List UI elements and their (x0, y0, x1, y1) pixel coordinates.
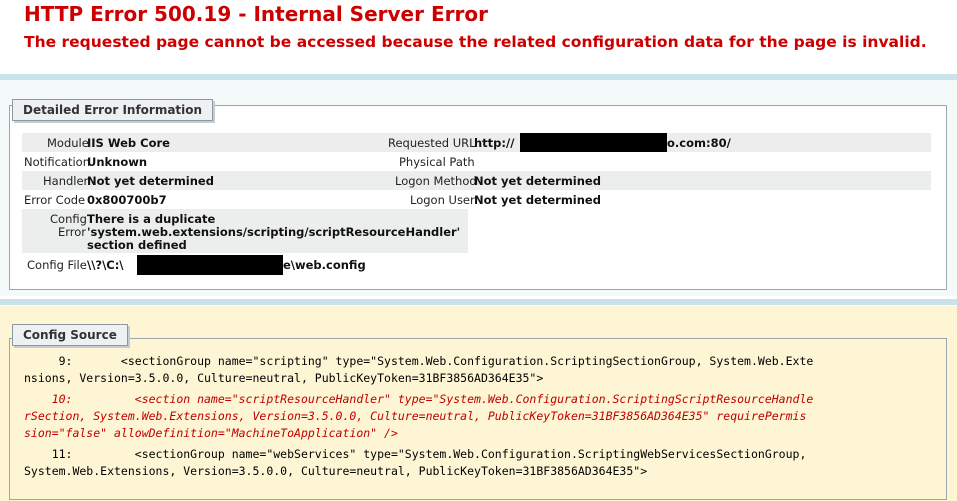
config-source-section: Config Source 9: <sectionGroup name="scr… (0, 306, 957, 501)
page-title: HTTP Error 500.19 - Internal Server Erro… (24, 2, 488, 26)
logon-user-label: Logon User (410, 193, 475, 207)
code-line-error: 10: <section name="scriptResourceHandler… (24, 392, 814, 406)
divider-2 (0, 299, 957, 305)
code-line: 11: <sectionGroup name="webServices" typ… (24, 447, 807, 461)
code-line: 9: <sectionGroup name="scripting" type="… (24, 354, 814, 368)
code-line-error: rSection, System.Web.Extensions, Version… (24, 409, 807, 423)
notification-label: Notification (24, 155, 90, 169)
logon-user-value: Not yet determined (474, 193, 601, 207)
module-value: IIS Web Core (87, 136, 170, 150)
physical-path-label: Physical Path (399, 155, 475, 169)
code-line: System.Web.Extensions, Version=3.5.0.0, … (24, 464, 648, 478)
detailed-error-section: Detailed Error Information Module IIS We… (0, 80, 957, 296)
error-code-value: 0x800700b7 (87, 193, 167, 207)
config-error-value-2: 'system.web.extensions/scripting/scriptR… (87, 225, 461, 239)
code-line-error: sion="false" allowDefinition="MachineToA… (24, 426, 398, 440)
logon-method-value: Not yet determined (474, 174, 601, 188)
config-file-suffix: e\web.config (283, 258, 366, 272)
detailed-error-legend: Detailed Error Information (12, 99, 214, 121)
config-source-legend: Config Source (12, 324, 128, 346)
module-label: Module (47, 136, 89, 150)
config-error-value-1: There is a duplicate (87, 212, 216, 226)
notification-value: Unknown (87, 155, 148, 169)
redacted-path (137, 255, 283, 275)
logon-method-label: Logon Method (395, 174, 477, 188)
requested-url-prefix: http:// (474, 136, 515, 150)
config-file-label: Config File (27, 258, 87, 272)
config-file-prefix: \\?\C:\ (87, 258, 124, 272)
error-code-label: Error Code (24, 193, 86, 207)
handler-label: Handler (43, 174, 89, 188)
redacted-url (520, 133, 667, 152)
error-header: HTTP Error 500.19 - Internal Server Erro… (0, 0, 957, 74)
code-line: nsions, Version=3.5.0.0, Culture=neutral… (24, 371, 544, 385)
requested-url-label: Requested URL (388, 136, 476, 150)
config-error-label-1: Config (50, 212, 87, 226)
handler-value: Not yet determined (87, 174, 214, 188)
config-error-label-2: Error (58, 225, 87, 239)
config-error-value-3: section defined (87, 238, 187, 252)
requested-url-suffix: o.com:80/ (667, 136, 731, 150)
page-subtitle: The requested page cannot be accessed be… (24, 33, 927, 51)
